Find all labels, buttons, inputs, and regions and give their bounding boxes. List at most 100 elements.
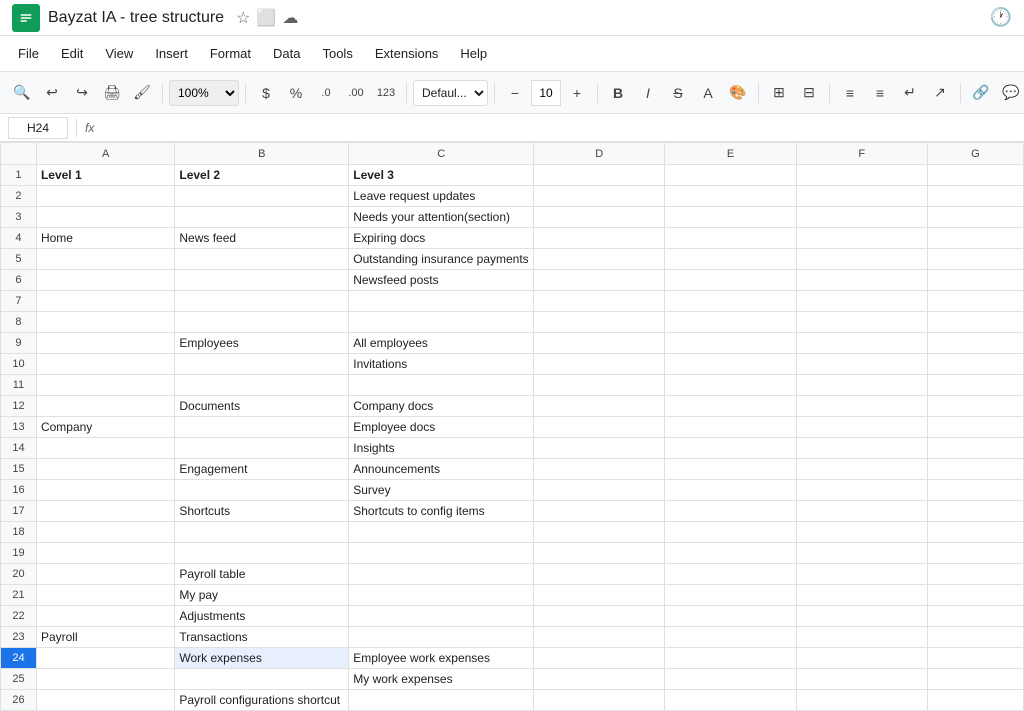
row-number[interactable]: 1 — [1, 165, 37, 186]
cell-19-A[interactable] — [36, 543, 174, 564]
cell-4-G[interactable] — [927, 228, 1023, 249]
cell-3-D[interactable] — [534, 207, 665, 228]
cell-25-C[interactable]: My work expenses — [349, 669, 534, 690]
cell-18-A[interactable] — [36, 522, 174, 543]
cell-13-C[interactable]: Employee docs — [349, 417, 534, 438]
cell-14-E[interactable] — [665, 438, 796, 459]
cell-15-D[interactable] — [534, 459, 665, 480]
cell-26-D[interactable] — [534, 690, 665, 711]
cell-15-F[interactable] — [796, 459, 927, 480]
cell-20-G[interactable] — [927, 564, 1023, 585]
cell-22-A[interactable] — [36, 606, 174, 627]
row-number[interactable]: 9 — [1, 333, 37, 354]
font-size-increase[interactable]: + — [563, 79, 591, 107]
cell-25-B[interactable] — [175, 669, 349, 690]
cell-8-F[interactable] — [796, 312, 927, 333]
cell-9-F[interactable] — [796, 333, 927, 354]
cell-11-E[interactable] — [665, 375, 796, 396]
font-select[interactable]: Defaul... — [413, 80, 488, 106]
cell-12-D[interactable] — [534, 396, 665, 417]
redo-button[interactable]: ↪ — [68, 79, 96, 107]
cell-19-B[interactable] — [175, 543, 349, 564]
italic-button[interactable]: I — [634, 79, 662, 107]
cell-16-E[interactable] — [665, 480, 796, 501]
row-number[interactable]: 15 — [1, 459, 37, 480]
cell-18-E[interactable] — [665, 522, 796, 543]
cell-11-G[interactable] — [927, 375, 1023, 396]
cell-3-E[interactable] — [665, 207, 796, 228]
cell-4-F[interactable] — [796, 228, 927, 249]
cell-12-G[interactable] — [927, 396, 1023, 417]
cell-10-G[interactable] — [927, 354, 1023, 375]
row-number[interactable]: 17 — [1, 501, 37, 522]
comment-button[interactable]: 💬 — [997, 79, 1024, 107]
cell-20-D[interactable] — [534, 564, 665, 585]
cell-2-B[interactable] — [175, 186, 349, 207]
cell-3-B[interactable] — [175, 207, 349, 228]
menu-insert[interactable]: Insert — [145, 42, 198, 65]
cell-14-G[interactable] — [927, 438, 1023, 459]
cell-6-C[interactable]: Newsfeed posts — [349, 270, 534, 291]
cell-26-F[interactable] — [796, 690, 927, 711]
row-number[interactable]: 20 — [1, 564, 37, 585]
cell-8-G[interactable] — [927, 312, 1023, 333]
cell-18-D[interactable] — [534, 522, 665, 543]
cell-13-E[interactable] — [665, 417, 796, 438]
cell-1-E[interactable] — [665, 165, 796, 186]
cell-24-E[interactable] — [665, 648, 796, 669]
cell-4-D[interactable] — [534, 228, 665, 249]
cloud-icon[interactable]: ☁ — [282, 8, 298, 28]
menu-view[interactable]: View — [95, 42, 143, 65]
row-number[interactable]: 12 — [1, 396, 37, 417]
cell-18-F[interactable] — [796, 522, 927, 543]
cell-24-G[interactable] — [927, 648, 1023, 669]
cell-15-B[interactable]: Engagement — [175, 459, 349, 480]
cell-12-F[interactable] — [796, 396, 927, 417]
align-button[interactable]: ≡ — [836, 79, 864, 107]
folder-icon[interactable]: ⬜ — [256, 8, 276, 28]
cell-4-E[interactable] — [665, 228, 796, 249]
cell-12-A[interactable] — [36, 396, 174, 417]
cell-24-F[interactable] — [796, 648, 927, 669]
cell-3-G[interactable] — [927, 207, 1023, 228]
row-number[interactable]: 2 — [1, 186, 37, 207]
undo-button[interactable]: ↩ — [38, 79, 66, 107]
cell-21-D[interactable] — [534, 585, 665, 606]
borders-button[interactable]: ⊞ — [765, 79, 793, 107]
cell-11-C[interactable] — [349, 375, 534, 396]
cell-1-A[interactable]: Level 1 — [36, 165, 174, 186]
cell-9-A[interactable] — [36, 333, 174, 354]
cell-17-G[interactable] — [927, 501, 1023, 522]
row-number[interactable]: 19 — [1, 543, 37, 564]
cell-11-D[interactable] — [534, 375, 665, 396]
col-header-e[interactable]: E — [665, 143, 796, 165]
cell-14-F[interactable] — [796, 438, 927, 459]
cell-1-D[interactable] — [534, 165, 665, 186]
cell-26-G[interactable] — [927, 690, 1023, 711]
cell-2-G[interactable] — [927, 186, 1023, 207]
print-button[interactable]: 🖨 — [98, 79, 126, 107]
cell-6-G[interactable] — [927, 270, 1023, 291]
row-number[interactable]: 11 — [1, 375, 37, 396]
cell-3-F[interactable] — [796, 207, 927, 228]
cell-reference[interactable]: H24 — [8, 117, 68, 139]
col-header-f[interactable]: F — [796, 143, 927, 165]
cell-5-G[interactable] — [927, 249, 1023, 270]
row-number[interactable]: 10 — [1, 354, 37, 375]
col-header-d[interactable]: D — [534, 143, 665, 165]
star-icon[interactable]: ☆ — [236, 8, 250, 28]
row-number[interactable]: 6 — [1, 270, 37, 291]
cell-11-A[interactable] — [36, 375, 174, 396]
cell-13-B[interactable] — [175, 417, 349, 438]
cell-16-G[interactable] — [927, 480, 1023, 501]
cell-19-D[interactable] — [534, 543, 665, 564]
strikethrough-button[interactable]: S — [664, 79, 692, 107]
cell-19-F[interactable] — [796, 543, 927, 564]
cell-22-D[interactable] — [534, 606, 665, 627]
fill-color-button[interactable]: 🎨 — [724, 79, 752, 107]
cell-18-B[interactable] — [175, 522, 349, 543]
cell-3-C[interactable]: Needs your attention(section) — [349, 207, 534, 228]
cell-10-E[interactable] — [665, 354, 796, 375]
cell-7-E[interactable] — [665, 291, 796, 312]
zoom-control[interactable]: 100% — [169, 80, 239, 106]
